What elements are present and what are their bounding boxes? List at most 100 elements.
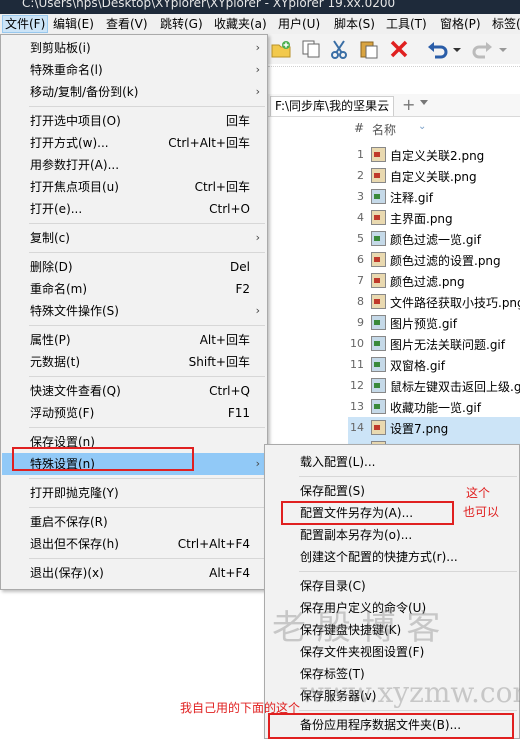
file-menu-item[interactable]: 到剪贴板(i) › [2,37,266,59]
file-row-name: 自定义关联2.png [390,149,485,163]
menu-go[interactable]: 跳转(G) [160,16,203,32]
file-menu-item[interactable]: 属性(P) Alt+回车 [2,329,266,351]
file-row[interactable]: 13 收藏功能一览.gif [348,396,520,417]
png-file-icon [371,168,386,183]
menu-scripting[interactable]: 脚本(S) [334,16,375,32]
redo-icon[interactable] [472,38,494,60]
gif-file-icon [371,399,386,414]
file-row[interactable]: 14 设置7.png [348,417,520,438]
file-menu-item[interactable]: 用参数打开(A)... [2,154,266,176]
cut-icon[interactable] [328,38,350,60]
file-row[interactable]: 10 图片无法关联问题.gif [348,333,520,354]
undo-icon[interactable] [426,38,448,60]
paste-icon[interactable] [358,38,380,60]
file-menu-item[interactable]: 复制(c) › [2,227,266,249]
highlight-box-special-settings [12,447,194,471]
menu-item-label: 浮动预览(F) [30,406,95,420]
add-tab-icon[interactable]: + [402,95,415,114]
menu-separator [299,571,517,572]
file-menu-item[interactable]: 移动/复制/备份到(k) › [2,81,266,103]
column-number[interactable]: # [354,121,364,135]
file-row[interactable]: 5 颜色过滤一览.gif [348,228,520,249]
file-menu-item[interactable]: 打开方式(w)... Ctrl+Alt+回车 [2,132,266,154]
column-name[interactable]: 名称 [372,121,396,138]
menu-item-label: 打开即抛克隆(Y) [30,486,119,500]
window-title: C:\Users\hps\Desktop\XYplorer\XYplorer -… [22,0,396,10]
png-file-icon [371,273,386,288]
menu-panes[interactable]: 窗格(P) [440,16,481,32]
tab-current-folder[interactable]: F:\同步库\我的坚果云 [270,96,395,116]
menu-edit[interactable]: 编辑(E) [53,16,94,32]
file-menu-item[interactable]: 退出但不保存(h) Ctrl+Alt+F4 [2,533,266,555]
file-menu-item[interactable]: 打开(e)... Ctrl+O [2,198,266,220]
submenu-item-label: 配置副本另存为(o)... [300,528,413,542]
menu-item-label: 重启不保存(R) [30,515,108,529]
delete-icon[interactable] [388,38,410,60]
menu-item-shortcut: Ctrl+Q [209,384,250,398]
menu-item-shortcut: Shift+回车 [188,355,250,369]
menu-user[interactable]: 用户(U) [278,16,320,32]
file-row-number: 9 [357,316,364,329]
file-row-number: 8 [357,295,364,308]
gif-file-icon [371,189,386,204]
file-row-name: 图片无法关联问题.gif [390,338,505,352]
menu-bar: 文件(F) 编辑(E) 查看(V) 跳转(G) 收藏夹(a) 用户(U) 脚本(… [0,14,520,35]
redo-dropdown-icon[interactable] [498,38,508,60]
file-row[interactable]: 9 图片预览.gif [348,312,520,333]
file-row[interactable]: 4 主界面.png [348,207,520,228]
file-row-number: 4 [357,211,364,224]
file-row-number: 10 [350,337,364,350]
file-menu-item[interactable]: 重命名(m) F2 [2,278,266,300]
tab-dropdown-icon[interactable] [420,100,428,105]
new-folder-icon[interactable] [270,38,292,60]
copy-icon[interactable] [300,38,322,60]
menu-favorites[interactable]: 收藏夹(a) [214,16,267,32]
menu-view[interactable]: 查看(V) [106,16,148,32]
file-menu-item[interactable]: 元数据(t) Shift+回车 [2,351,266,373]
gif-file-icon [371,231,386,246]
window-title-bar: C:\Users\hps\Desktop\XYplorer\XYplorer -… [0,0,520,14]
submenu-item-label: 创建这个配置的快捷方式(r)... [300,550,458,564]
file-row-name: 颜色过滤.png [390,275,465,289]
file-row-name: 图片预览.gif [390,317,457,331]
file-menu-item[interactable]: 重启不保存(R) [2,511,266,533]
menu-item-label: 打开选中项目(O) [30,114,121,128]
menu-separator [29,223,265,224]
submenu-item[interactable]: 配置副本另存为(o)... [266,524,518,546]
file-row[interactable]: 6 颜色过滤的设置.png [348,249,520,270]
file-menu-item[interactable]: 打开选中项目(O) 回车 [2,110,266,132]
file-menu-item[interactable]: 浮动预览(F) F11 [2,402,266,424]
submenu-item-label: 保存目录(C) [300,579,366,593]
file-menu-item[interactable]: 快速文件查看(Q) Ctrl+Q [2,380,266,402]
menu-item-shortcut: Alt+回车 [199,333,250,347]
file-menu-item[interactable]: 删除(D) Del [2,256,266,278]
undo-dropdown-icon[interactable] [452,38,462,60]
file-menu-item[interactable]: 打开焦点项目(u) Ctrl+回车 [2,176,266,198]
menu-item-label: 复制(c) [30,231,70,245]
file-row-number: 5 [357,232,364,245]
file-row[interactable]: 3 注释.gif [348,186,520,207]
submenu-item[interactable]: 载入配置(L)... [266,451,518,473]
file-menu-item[interactable]: 特殊重命名(l) › [2,59,266,81]
menu-item-label: 到剪贴板(i) [30,41,91,55]
png-file-icon [371,147,386,162]
file-row[interactable]: 11 双窗格.gif [348,354,520,375]
file-row[interactable]: 7 颜色过滤.png [348,270,520,291]
submenu-item-label: 保存配置(S) [300,484,365,498]
menu-file[interactable]: 文件(F) [2,15,49,33]
file-menu-item[interactable]: 退出(保存)(x) Alt+F4 [2,562,266,584]
file-row-number: 3 [357,190,364,203]
menu-item-shortcut: Ctrl+Alt+回车 [168,136,250,150]
file-menu-item[interactable]: 打开即抛克隆(Y) [2,482,266,504]
menu-tools[interactable]: 工具(T) [386,16,427,32]
file-row[interactable]: 2 自定义关联.png [348,165,520,186]
menu-tabs[interactable]: 标签(B) [492,16,520,32]
submenu-item[interactable]: 创建这个配置的快捷方式(r)... [266,546,518,568]
file-row[interactable]: 1 自定义关联2.png [348,144,520,165]
menu-item-shortcut: Del [230,260,250,274]
file-row[interactable]: 12 鼠标左键双击返回上级.gif [348,375,520,396]
submenu-item[interactable]: 保存目录(C) [266,575,518,597]
menu-separator [29,325,265,326]
file-menu-item[interactable]: 特殊文件操作(S) › [2,300,266,322]
file-row[interactable]: 8 文件路径获取小技巧.png [348,291,520,312]
